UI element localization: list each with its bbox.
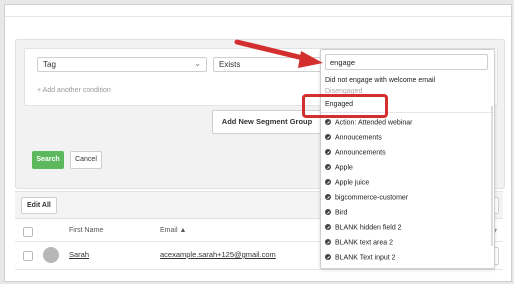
arrow-shaft xyxy=(234,39,310,62)
annotation-arrow xyxy=(234,39,323,68)
arrow-head xyxy=(298,51,323,68)
app-window: Tag ⌄ Exists + Add another condition Add… xyxy=(4,4,512,282)
